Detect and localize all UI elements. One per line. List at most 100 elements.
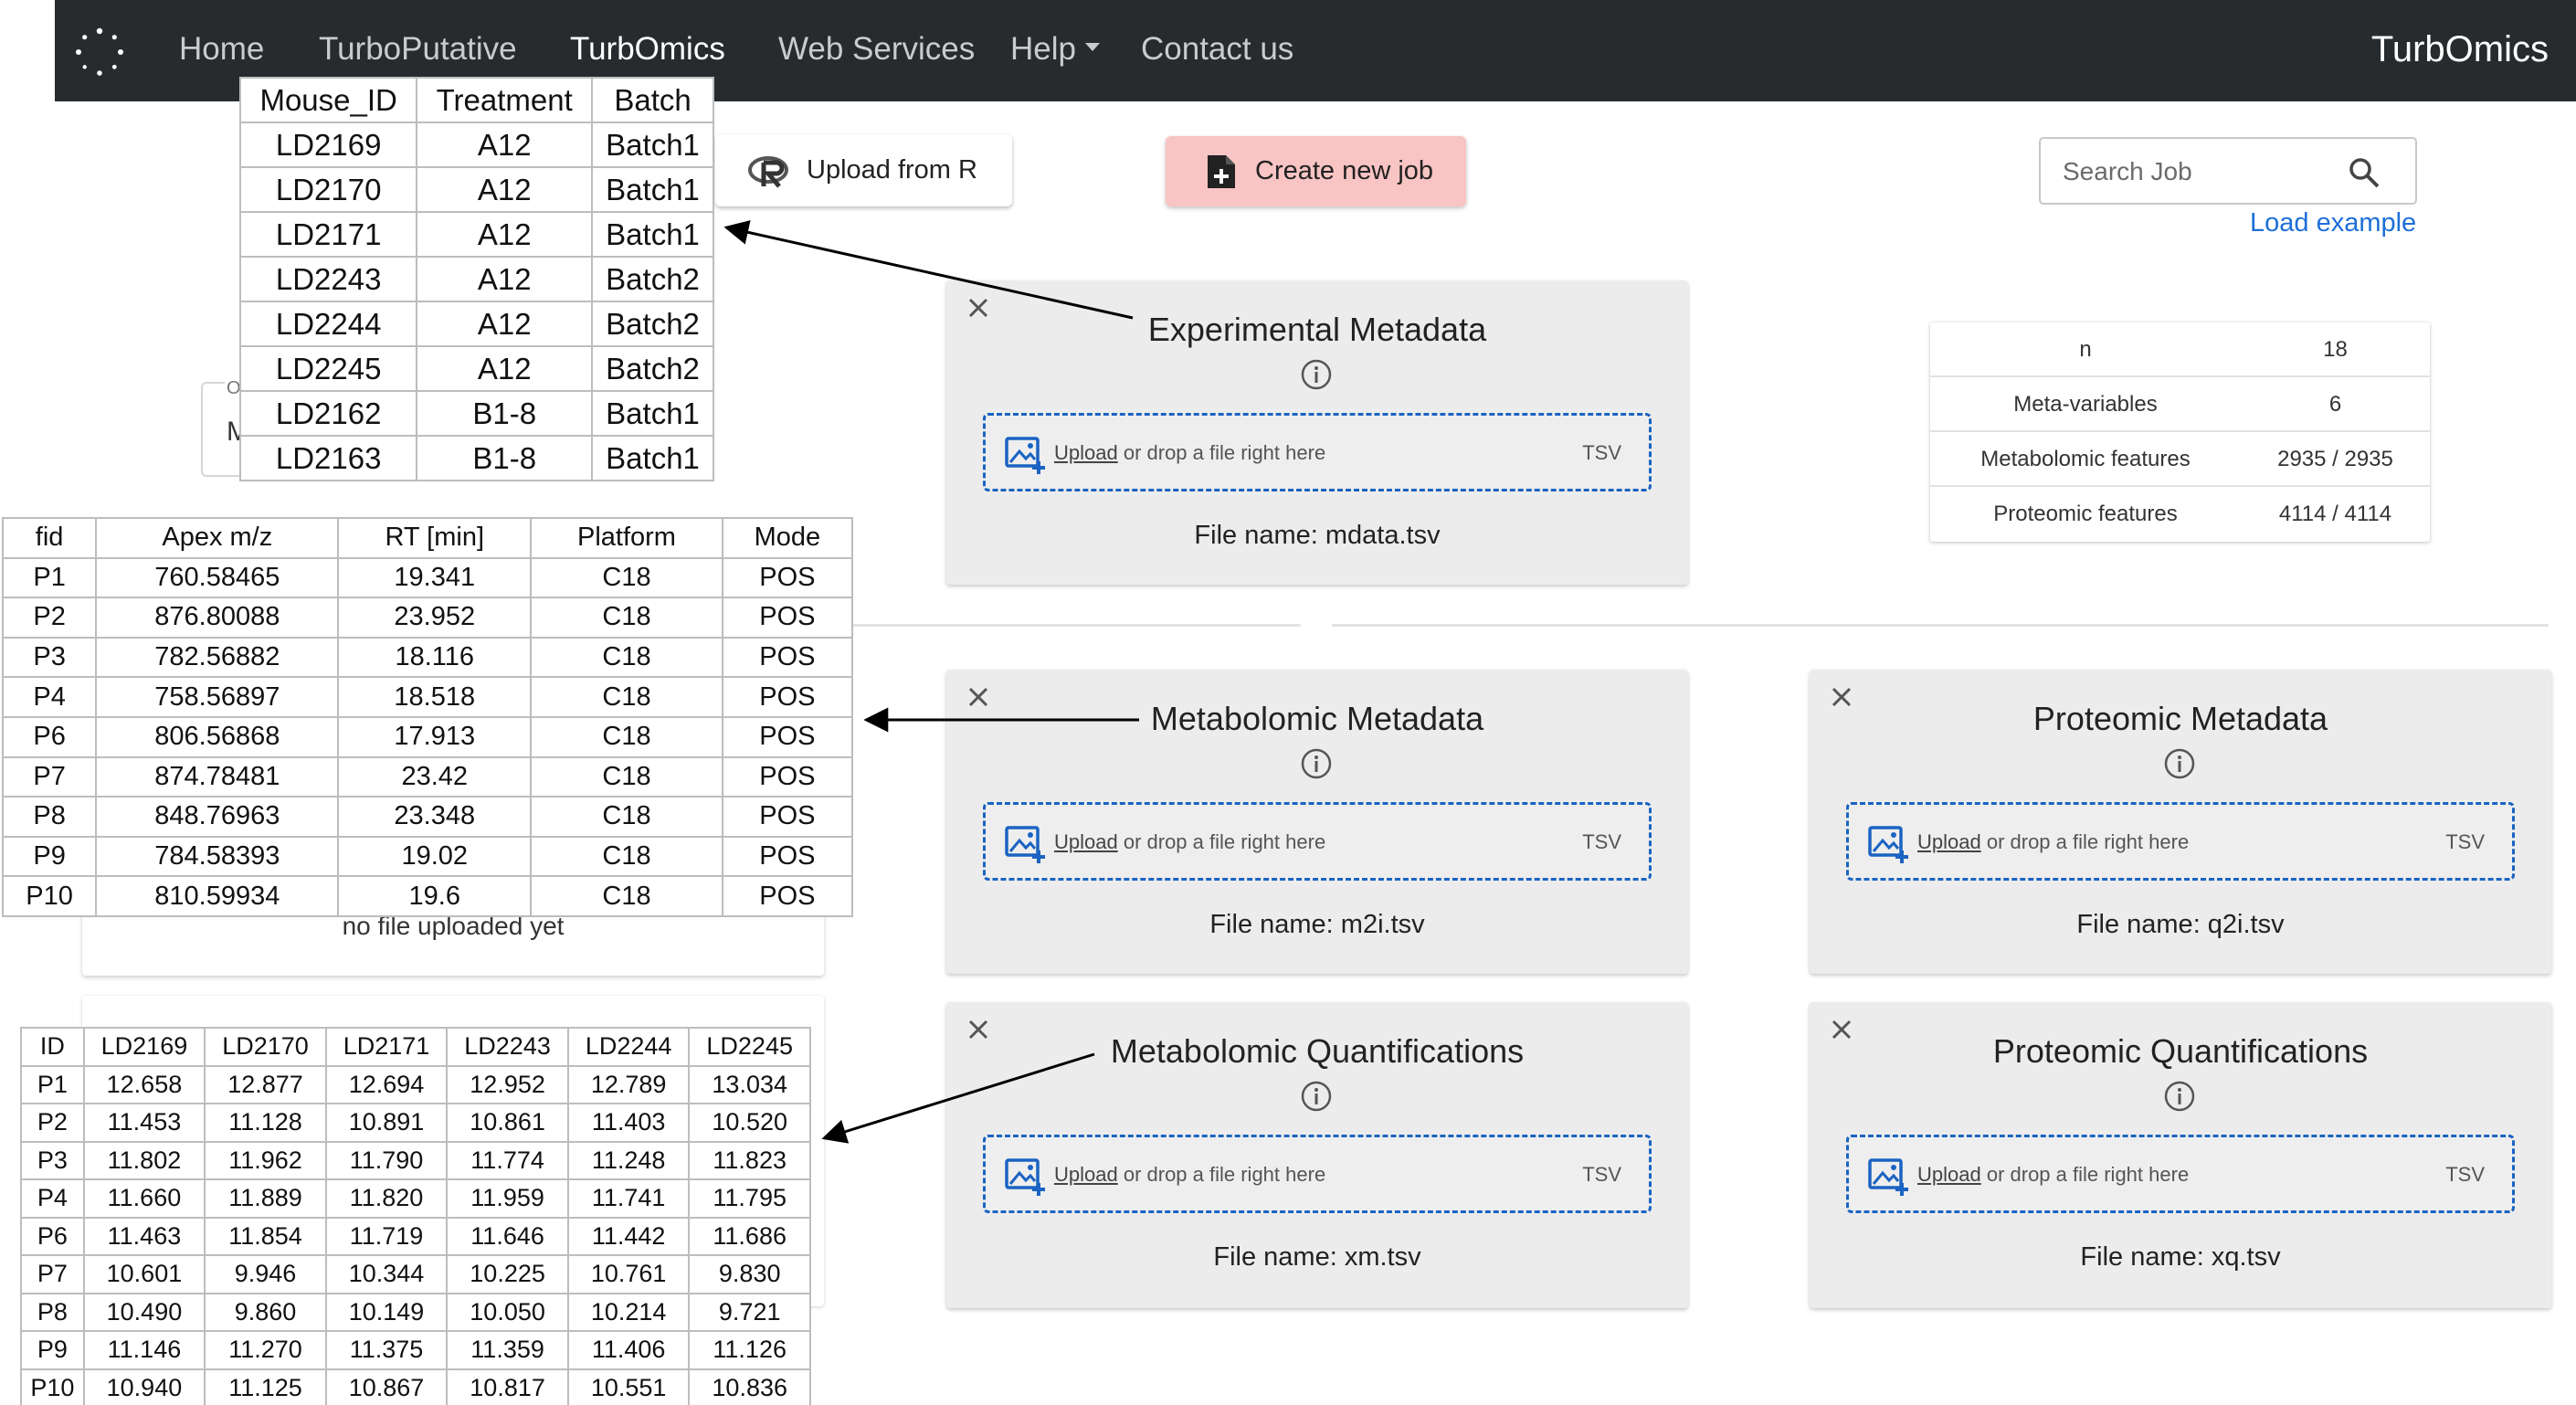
load-example-link[interactable]: Load example xyxy=(2250,208,2416,238)
info-icon[interactable] xyxy=(1300,747,1333,780)
table-row: LD2162 B1-8 Batch1 xyxy=(238,390,714,437)
table-cell: A12 xyxy=(416,301,594,347)
stats-label: Meta-variables xyxy=(2013,392,2158,417)
file-plus-icon xyxy=(1208,154,1235,188)
add-image-icon xyxy=(1868,826,1908,863)
file-drop-zone[interactable]: Upload or drop a file right here TSV xyxy=(1846,802,2515,881)
info-icon[interactable] xyxy=(2163,747,2196,780)
info-icon[interactable] xyxy=(2163,1080,2196,1113)
table-row: P2 11.453 11.128 10.891 10.861 11.403 10.520 xyxy=(20,1103,811,1143)
table-cell: 11.795 xyxy=(688,1178,811,1219)
nav-turbomics[interactable]: TurbOmics xyxy=(570,30,725,69)
table-cell: 876.80088 xyxy=(95,597,340,639)
table-cell: 10.867 xyxy=(324,1368,449,1405)
table-row: P7 874.78481 23.42 C18 POS xyxy=(1,755,854,798)
drop-zone-hint: or drop a file right here xyxy=(1117,830,1326,853)
table-cell: LD2169 xyxy=(82,1027,206,1067)
upload-link[interactable]: Upload xyxy=(1054,830,1118,853)
table-cell: 10.891 xyxy=(324,1103,449,1143)
add-image-icon xyxy=(1005,437,1045,474)
nav-web-services[interactable]: Web Services xyxy=(778,30,975,69)
table-cell: LD2243 xyxy=(238,256,418,302)
table-cell: P8 xyxy=(1,796,98,838)
search-job-input[interactable]: Search Job xyxy=(2039,137,2417,205)
table-cell: 11.403 xyxy=(566,1103,691,1143)
file-name-label: File name: mdata.tsv xyxy=(1194,521,1441,550)
table-cell: P8 xyxy=(20,1292,85,1332)
table-cell: POS xyxy=(721,796,854,838)
table-cell: 10.817 xyxy=(446,1368,569,1405)
table-cell: 11.823 xyxy=(688,1140,811,1180)
table-header-row: ID LD2169 LD2170 LD2171 LD2243 LD2244 LD2245 xyxy=(20,1027,811,1067)
table-header-row: fid Apex m/z RT [min] Platform Mode xyxy=(1,517,854,559)
table-cell: A12 xyxy=(416,256,594,302)
table-cell: 10.520 xyxy=(688,1103,811,1143)
table-cell: P7 xyxy=(20,1254,85,1294)
nav-contact-us[interactable]: Contact us xyxy=(1141,30,1293,69)
table-row: P3 11.802 11.962 11.790 11.774 11.248 11.823 xyxy=(20,1140,811,1180)
table-cell: 11.125 xyxy=(204,1368,327,1405)
nav-home[interactable]: Home xyxy=(179,30,264,69)
table-cell: 23.348 xyxy=(337,796,533,838)
table-row: P7 10.601 9.946 10.344 10.225 10.761 9.830 xyxy=(20,1254,811,1294)
table-cell: 11.854 xyxy=(204,1216,327,1256)
table-cell: LD2170 xyxy=(204,1027,327,1067)
upload-link[interactable]: Upload xyxy=(1054,1163,1118,1186)
spinner-logo-icon[interactable] xyxy=(73,26,126,79)
table-row: P8 10.490 9.860 10.149 10.050 10.214 9.721 xyxy=(20,1292,811,1332)
table-cell: P9 xyxy=(20,1330,85,1370)
file-type-label: TSV xyxy=(2445,1163,2485,1186)
drop-zone-hint: or drop a file right here xyxy=(1980,1163,2190,1186)
upload-link[interactable]: Upload xyxy=(1917,830,1981,853)
table-cell: LD2171 xyxy=(324,1027,449,1067)
table-cell: B1-8 xyxy=(416,435,594,481)
file-drop-zone[interactable]: Upload or drop a file right here TSV xyxy=(1846,1135,2515,1213)
search-icon[interactable] xyxy=(2348,156,2381,189)
create-new-job-button[interactable]: Create new job xyxy=(1166,136,1466,206)
table-cell: 12.789 xyxy=(566,1064,691,1104)
table-cell: 10.214 xyxy=(566,1292,691,1332)
file-drop-zone[interactable]: Upload or drop a file right here TSV xyxy=(983,802,1652,881)
table-cell: Batch2 xyxy=(591,345,714,392)
file-drop-zone[interactable]: Upload or drop a file right here TSV xyxy=(983,1135,1652,1213)
drop-zone-hint: or drop a file right here xyxy=(1980,830,2190,853)
file-name-label: File name: xq.tsv xyxy=(2080,1242,2281,1272)
table-cell: POS xyxy=(721,875,854,917)
table-cell: 11.660 xyxy=(82,1178,206,1219)
table-cell: 11.719 xyxy=(324,1216,449,1256)
stats-label: Proteomic features xyxy=(1993,502,2178,526)
table-cell: POS xyxy=(721,556,854,599)
file-drop-zone[interactable]: Upload or drop a file right here TSV xyxy=(983,413,1652,491)
table-cell: 11.463 xyxy=(82,1216,206,1256)
upload-from-r-button[interactable]: Upload from R xyxy=(715,134,1012,206)
table-cell: P3 xyxy=(20,1140,85,1180)
info-icon[interactable] xyxy=(1300,358,1333,391)
table-cell: 11.126 xyxy=(688,1330,811,1370)
table-cell: LD2162 xyxy=(238,390,418,437)
stats-value: 18 xyxy=(2323,337,2348,362)
metabolomic-metadata-preview-table: fid Apex m/z RT [min] Platform Mode P1 760.584… xyxy=(1,517,854,917)
table-cell: 18.518 xyxy=(337,676,533,718)
table-cell: P2 xyxy=(1,597,98,639)
table-cell: 11.889 xyxy=(204,1178,327,1219)
table-row: P1 12.658 12.877 12.694 12.952 12.789 13.034 xyxy=(20,1064,811,1104)
drop-zone-text: Upload or drop a file right here xyxy=(1054,1163,1325,1187)
panel-title: Metabolomic Quantifications xyxy=(1110,1032,1525,1070)
panel-metabolomic-metadata: Metabolomic Metadata Upload or drop a fi… xyxy=(946,670,1688,974)
table-cell: 11.442 xyxy=(566,1216,691,1256)
upload-link[interactable]: Upload xyxy=(1054,441,1118,464)
metabolomic-quant-preview-table: ID LD2169 LD2170 LD2171 LD2243 LD2244 LD2245 P1… xyxy=(20,1027,811,1405)
upload-link[interactable]: Upload xyxy=(1917,1163,1981,1186)
table-row: P1 760.58465 19.341 C18 POS xyxy=(1,556,854,599)
table-cell: 23.952 xyxy=(337,597,533,639)
add-image-icon xyxy=(1005,826,1045,863)
info-icon[interactable] xyxy=(1300,1080,1333,1113)
table-cell: 11.375 xyxy=(324,1330,449,1370)
table-cell: 874.78481 xyxy=(95,755,340,798)
panel-metabolomic-quantifications: Metabolomic Quantifications Upload or dr… xyxy=(946,1002,1688,1308)
nav-turboputative[interactable]: TurboPutative xyxy=(319,30,517,69)
drop-zone-text: Upload or drop a file right here xyxy=(1054,830,1325,854)
nav-help-dropdown[interactable]: Help xyxy=(1010,30,1100,69)
table-cell: LD2245 xyxy=(688,1027,811,1067)
file-name-label: File name: m2i.tsv xyxy=(1209,910,1425,939)
